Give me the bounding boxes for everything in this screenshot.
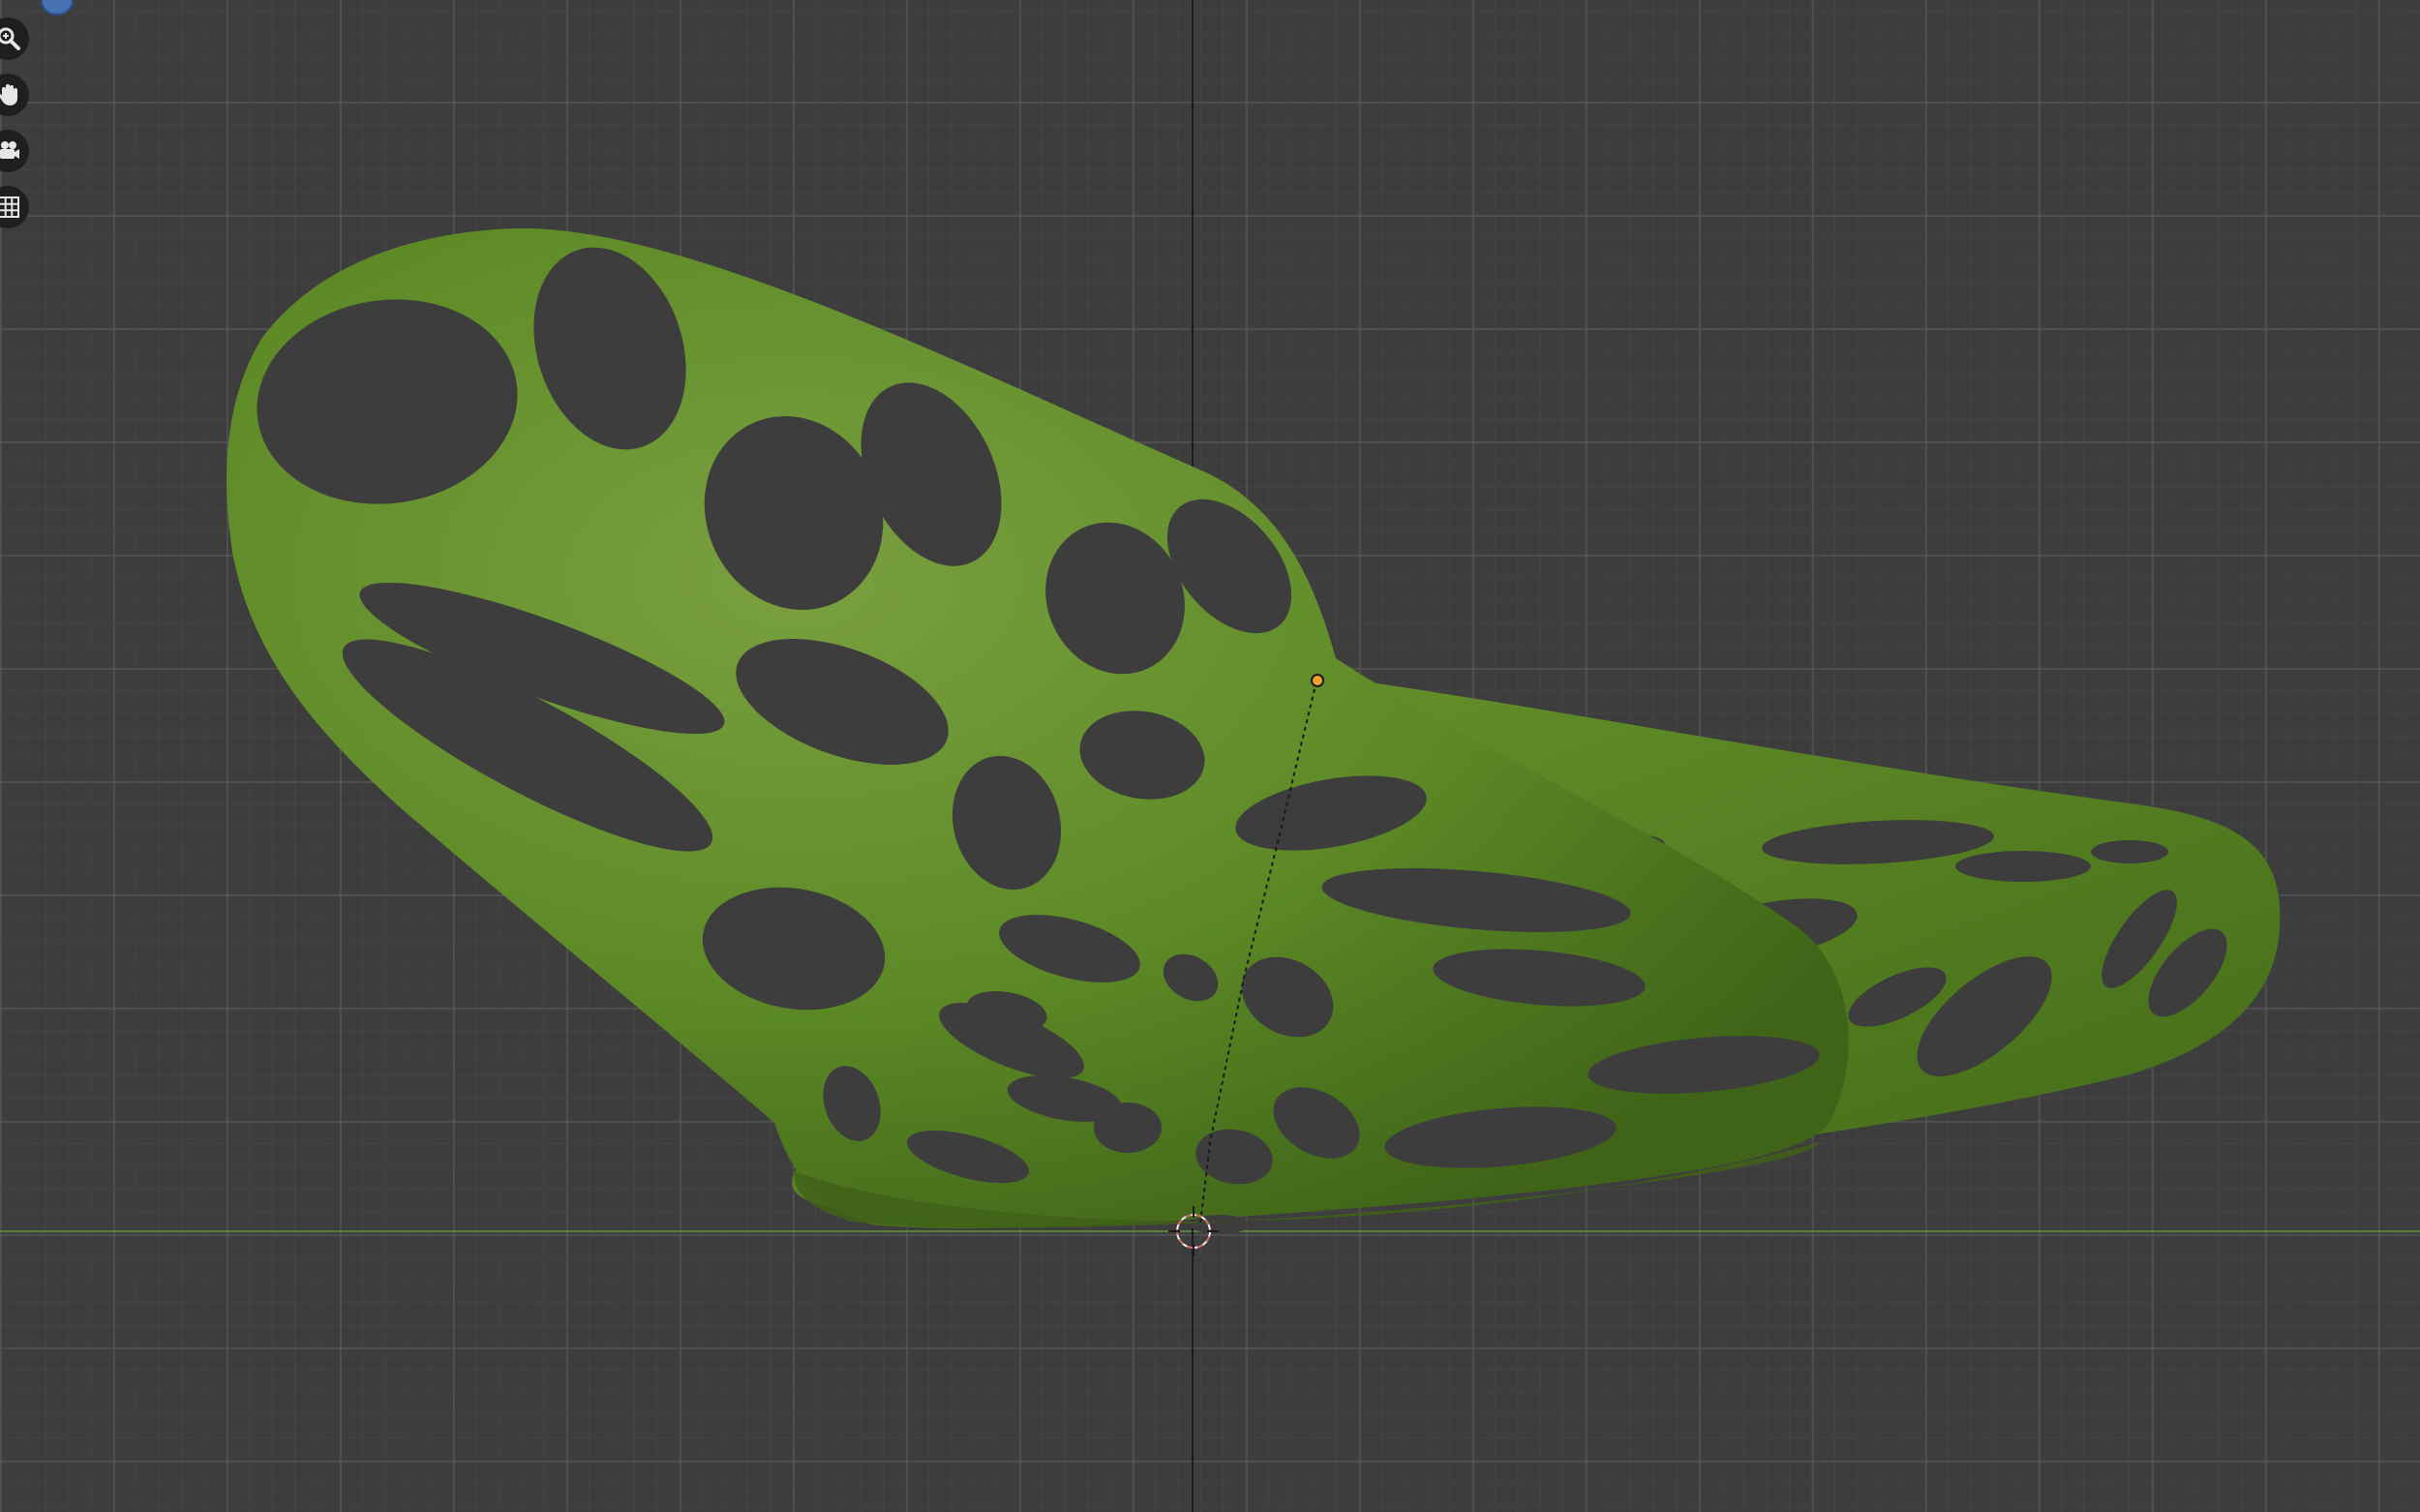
3d-viewport[interactable] [0, 0, 2420, 1512]
hand-pan-icon [0, 82, 21, 107]
zoom-icon [0, 26, 21, 51]
camera-icon [0, 138, 21, 164]
grid-toggle-icon [0, 195, 21, 220]
viewport-scene[interactable] [0, 0, 2420, 1512]
light-object[interactable] [1311, 674, 1324, 687]
